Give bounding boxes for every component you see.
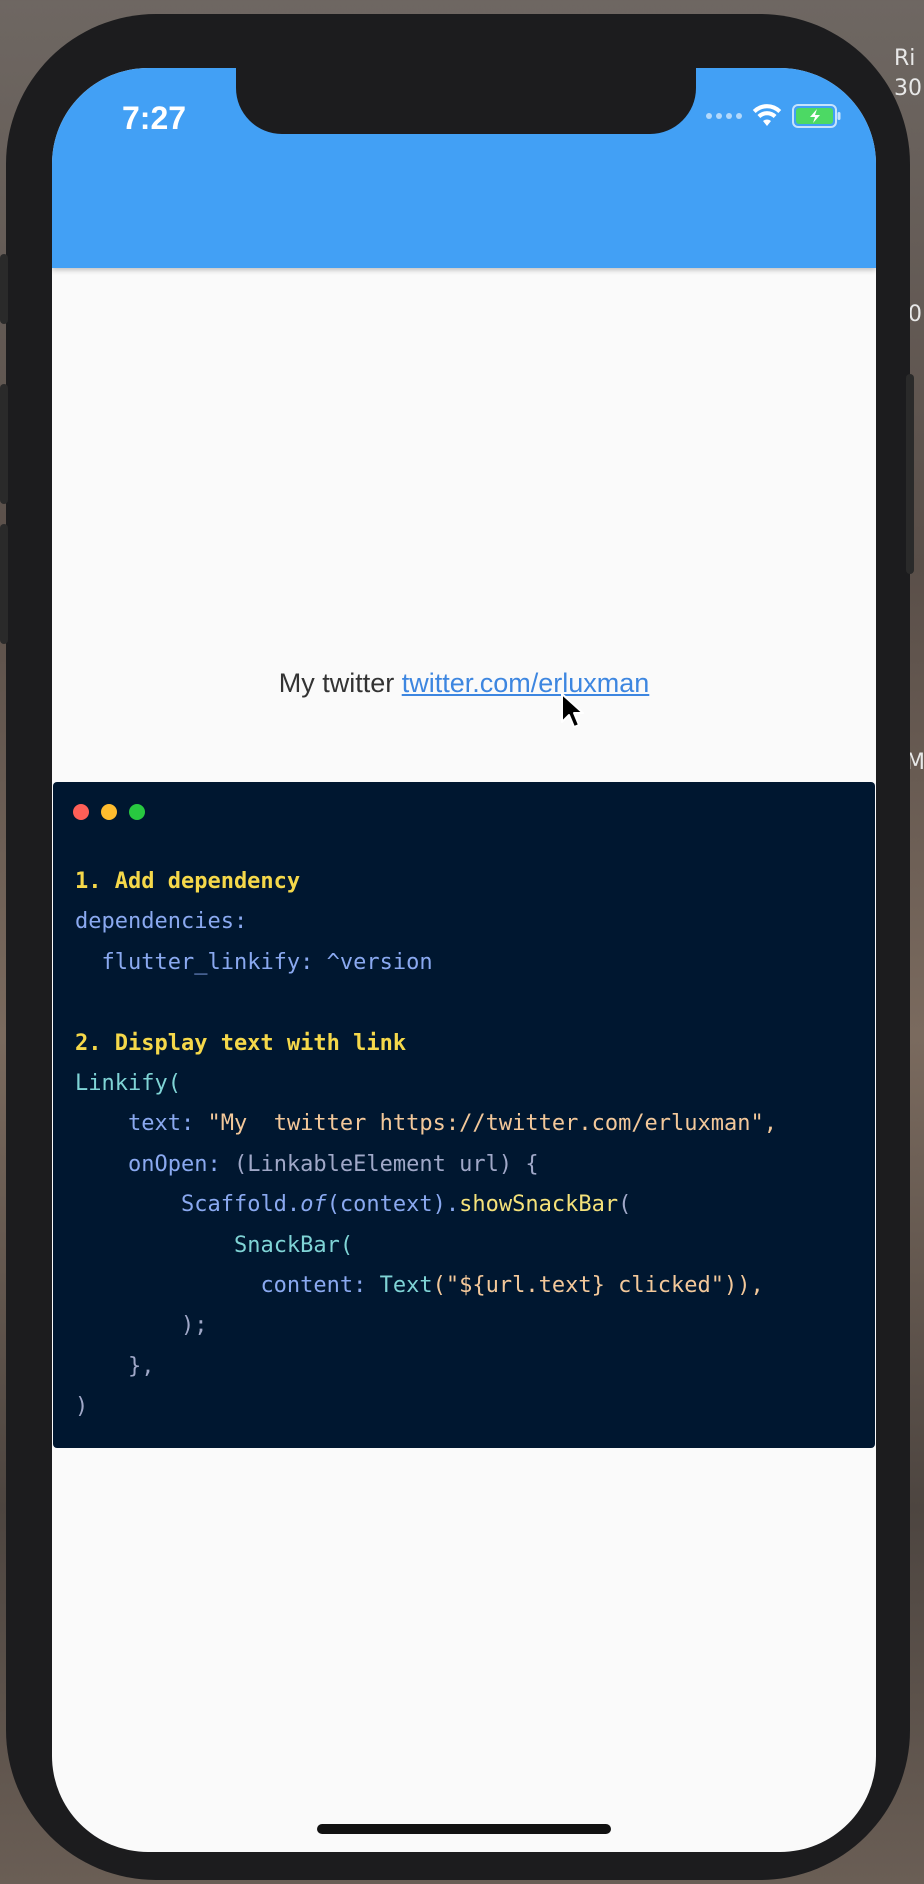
code-step-2: 2. Display text with link: [75, 1030, 407, 1056]
mouse-cursor-icon: [561, 693, 584, 728]
code-window: 1. Add dependency dependencies: flutter_l…: [53, 782, 875, 1448]
code-snackbar: SnackBar(: [233, 1232, 354, 1258]
code-onopen-args: (LinkableElement url) {: [233, 1151, 539, 1177]
code-text-line: text: "My twitter https://twitter.com/er…: [75, 1104, 777, 1144]
desktop-text-a: Ri: [894, 46, 916, 71]
desktop-text-c: 0: [908, 302, 922, 327]
code-close-1-text: );: [180, 1313, 208, 1339]
code-context: (context).: [326, 1192, 460, 1218]
window-controls: [73, 804, 145, 820]
battery-charging-icon: [792, 104, 841, 128]
status-icons: [706, 104, 842, 128]
code-close-3: ): [75, 1394, 89, 1420]
code-content-line: content: Text("${url.text} clicked")),: [75, 1266, 777, 1306]
code-text-key: text:: [127, 1111, 195, 1137]
minimize-light-icon: [101, 804, 117, 820]
code-scaffold-line: Scaffold.of(context).showSnackBar(: [75, 1185, 777, 1225]
code-open-paren: (: [618, 1192, 632, 1218]
code-onopen-line: onOpen: (LinkableElement url) {: [75, 1145, 777, 1185]
home-indicator[interactable]: [317, 1824, 611, 1834]
volume-down-button: [0, 524, 8, 644]
code-linkify: Linkify(: [75, 1070, 181, 1096]
twitter-link[interactable]: twitter.com/erluxman: [402, 668, 650, 698]
cellular-dots-icon: [706, 113, 742, 119]
code-of: of: [300, 1192, 327, 1218]
code-text-class: Text: [379, 1272, 433, 1298]
phone-frame: 7:27 My twitter twitter.com/erluxman 1. …: [0, 14, 914, 1880]
code-onopen-key: onOpen:: [127, 1151, 221, 1177]
desktop-text-b: 30: [894, 76, 922, 101]
code-close-2-text: },: [127, 1353, 155, 1379]
code-snackbar-line: SnackBar(: [75, 1226, 777, 1266]
text-prefix: My twitter: [278, 668, 402, 698]
side-button: [906, 374, 914, 574]
code-dependencies: dependencies:: [75, 909, 248, 935]
code-scaffold: Scaffold.: [180, 1192, 301, 1218]
linkify-text: My twitter twitter.com/erluxman: [52, 668, 876, 699]
code-dependency-line: flutter_linkify: ^version: [75, 943, 777, 983]
code-package: flutter_linkify: ^version: [101, 949, 433, 975]
code-close-1: );: [75, 1306, 777, 1346]
code-close-2: },: [75, 1347, 777, 1387]
code-showsnackbar: showSnackBar: [459, 1192, 619, 1218]
device-screen: 7:27 My twitter twitter.com/erluxman 1. …: [52, 68, 876, 1852]
code-snippet: 1. Add dependency dependencies: flutter_l…: [75, 862, 777, 1427]
notch: [236, 68, 696, 134]
close-light-icon: [73, 804, 89, 820]
mute-switch: [0, 254, 8, 324]
code-step-1: 1. Add dependency: [75, 869, 301, 894]
wifi-icon: [752, 104, 782, 126]
zoom-light-icon: [129, 804, 145, 820]
code-text-value: "My twitter https://twitter.com/erluxman…: [207, 1111, 778, 1137]
status-time: 7:27: [122, 100, 187, 136]
code-content-key: content:: [260, 1272, 367, 1298]
code-text-arg: ("${url.text} clicked")),: [432, 1272, 764, 1298]
volume-up-button: [0, 384, 8, 504]
